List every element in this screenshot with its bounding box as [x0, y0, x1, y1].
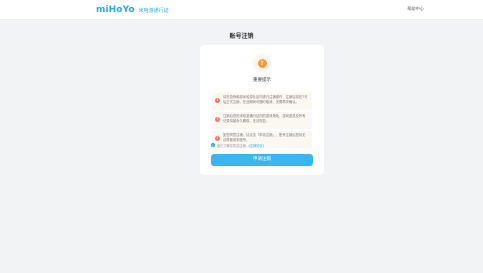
logo-text: miHoYo [96, 4, 135, 15]
alert-dot-icon: ! [215, 136, 220, 141]
alert-dot-icon: ! [215, 98, 220, 103]
warning-icon-wrapper: ! [253, 54, 271, 72]
logo-subtitle: 米哈游通行证 [138, 7, 169, 14]
warning-title: 重要提示 [253, 78, 271, 83]
notice-text: 注销后您的米哈游通行证内的游戏角色、游戏道具及所有记录将被永久删除，无法恢复。 [223, 114, 306, 123]
brand-logo[interactable]: miHoYo 米哈游通行证 [96, 3, 169, 16]
agreement-link[interactable]: 《注销协议》 [247, 143, 266, 148]
page-title: 账号注销 [229, 33, 254, 40]
notice-item: ! 请在游戏和原米哈游社区内进行注销操作，注销后将在7天后正式注销，在此期间可随… [212, 93, 312, 110]
agreement-text: 我已了解并同意注销 [217, 143, 246, 148]
agreement-checkbox[interactable]: ✓ [211, 143, 215, 147]
alert-dot-icon: ! [215, 117, 220, 122]
agreement-row: ✓ 我已了解并同意注销 《注销协议》 [211, 142, 266, 148]
notice-item: ! 注销后您的米哈游通行证内的游戏角色、游戏道具及所有记录将被永久删除，无法恢复… [212, 112, 312, 129]
account-deletion-card: ! 重要提示 ! 请在游戏和原米哈游社区内进行注销操作，注销后将在7天后正式注销… [200, 45, 324, 175]
apply-deletion-button[interactable]: 申请注销 [211, 154, 313, 166]
notice-list: ! 请在游戏和原米哈游社区内进行注销操作，注销后将在7天后正式注销，在此期间可随… [212, 93, 312, 183]
warning-icon: ! [257, 58, 267, 68]
top-navigation-bar: miHoYo 米哈游通行证 帮助中心 [0, 0, 483, 20]
notice-text: 请在游戏和原米哈游社区内进行注销操作，注销后将在7天后正式注销，在此期间可随时取… [223, 95, 308, 104]
help-center-link[interactable]: 帮助中心 [407, 6, 424, 12]
